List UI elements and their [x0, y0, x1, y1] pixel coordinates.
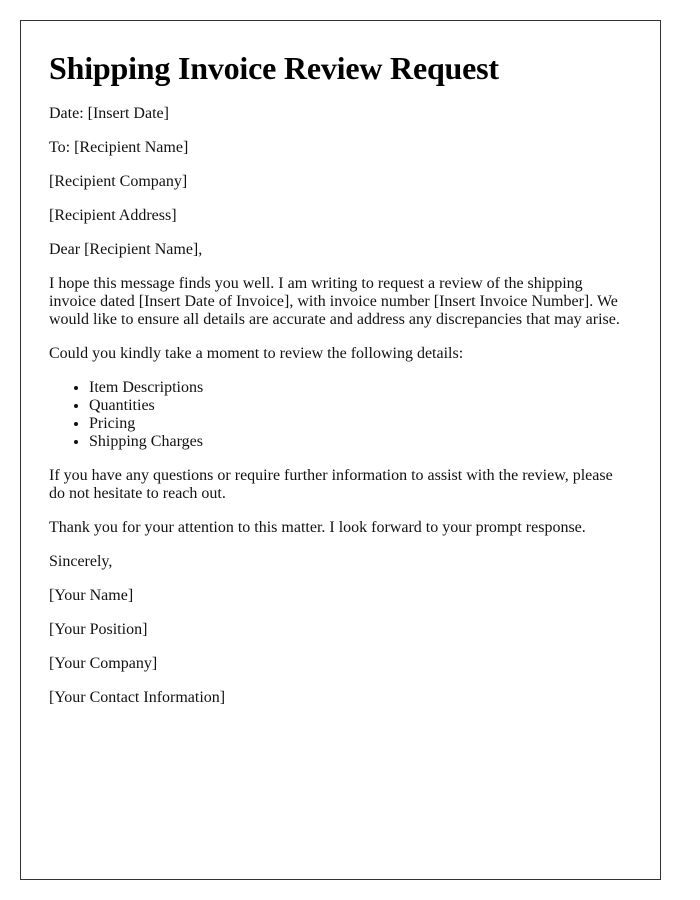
- letter-title: Shipping Invoice Review Request: [49, 50, 499, 86]
- date-line: Date: [Insert Date]: [49, 105, 169, 122]
- review-item: Quantities: [89, 397, 632, 415]
- sender-company: [Your Company]: [49, 655, 158, 672]
- thanks-paragraph: Thank you for your attention to this mat…: [49, 519, 586, 536]
- recipient-address: [Recipient Address]: [49, 207, 177, 224]
- closing: Sincerely,: [49, 553, 113, 570]
- review-item: Shipping Charges: [89, 433, 632, 451]
- intro-paragraph: I hope this message finds you well. I am…: [49, 275, 620, 328]
- review-item: Pricing: [89, 415, 632, 433]
- letter-page: Shipping Invoice Review Request Date: [I…: [20, 20, 661, 880]
- review-items-list: Item Descriptions Quantities Pricing Shi…: [49, 379, 632, 451]
- list-intro: Could you kindly take a moment to review…: [49, 345, 464, 362]
- recipient-name-line: To: [Recipient Name]: [49, 139, 189, 156]
- review-item: Item Descriptions: [89, 379, 632, 397]
- sender-position: [Your Position]: [49, 621, 148, 638]
- salutation: Dear [Recipient Name],: [49, 241, 203, 258]
- recipient-company: [Recipient Company]: [49, 173, 188, 190]
- sender-name: [Your Name]: [49, 587, 134, 604]
- questions-paragraph: If you have any questions or require fur…: [49, 467, 613, 502]
- sender-contact: [Your Contact Information]: [49, 689, 226, 706]
